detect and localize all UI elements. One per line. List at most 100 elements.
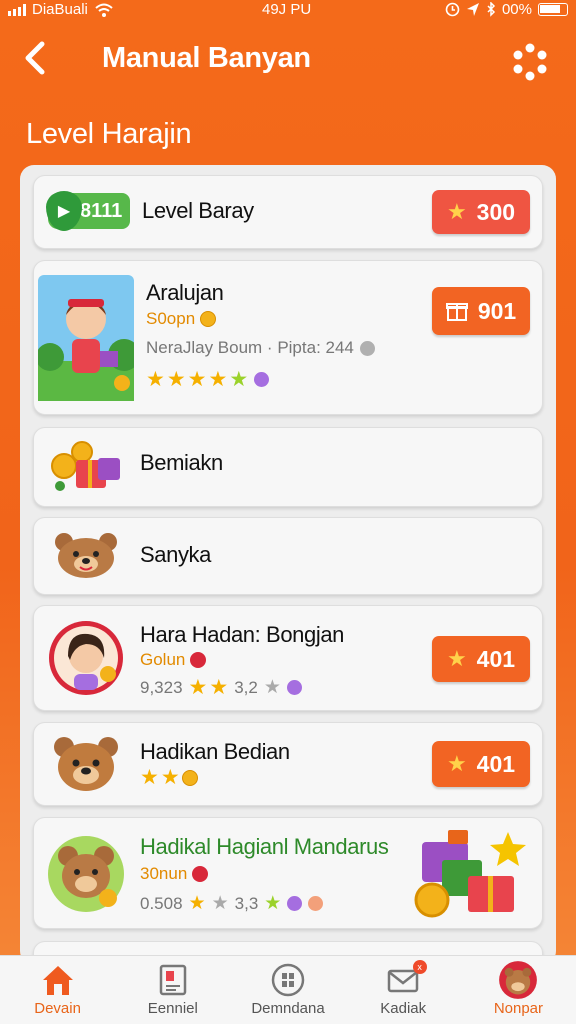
app-header: Manual Banyan bbox=[0, 30, 576, 90]
star-icon: ★ bbox=[208, 368, 228, 391]
page-title: Manual Banyan bbox=[102, 42, 311, 74]
document-icon bbox=[159, 964, 187, 996]
reward-value: 401 bbox=[476, 750, 516, 777]
star-icon: ★ bbox=[209, 676, 229, 699]
card-subtitle: Golun bbox=[140, 650, 207, 670]
star-icon: ★ bbox=[446, 646, 467, 671]
card-title: Hadikan Bedian bbox=[140, 739, 290, 764]
star-icon: ★ bbox=[229, 368, 249, 391]
reward-button[interactable]: ★ 401 bbox=[432, 636, 530, 682]
gift-pile-icon bbox=[414, 830, 526, 918]
bottom-nav: Devain Eenniel Demndana x Kadiak Nonpar bbox=[0, 955, 576, 1024]
nav-item-home[interactable]: Devain bbox=[0, 956, 115, 1024]
rating-stars: ★ ★ bbox=[140, 767, 198, 788]
nav-item-mail[interactable]: x Kadiak bbox=[346, 956, 461, 1024]
card-subtitle: S0opn bbox=[146, 309, 217, 329]
badge-icon bbox=[190, 652, 207, 668]
star-icon: ★ bbox=[446, 751, 467, 776]
star-icon: ★ bbox=[187, 368, 207, 391]
card-subtitle-text: Golun bbox=[140, 650, 186, 669]
bear-avatar bbox=[48, 836, 124, 912]
nav-label: Demndana bbox=[251, 1000, 325, 1017]
star-icon: ★ bbox=[188, 676, 208, 699]
gift-icon bbox=[445, 303, 468, 321]
coin-icon bbox=[200, 311, 217, 327]
badge-icon bbox=[192, 866, 209, 882]
nav-item-grid[interactable]: Demndana bbox=[230, 956, 345, 1024]
star-icon: ★ bbox=[166, 368, 186, 391]
nav-item-profile[interactable]: Nonpar bbox=[461, 956, 576, 1024]
level-tag: ▶ 8111 bbox=[46, 191, 130, 231]
section-title: Level Harajin bbox=[26, 118, 192, 150]
signal-icon bbox=[8, 3, 26, 16]
shield-icon: ▶ bbox=[46, 191, 82, 231]
star-icon: ★ bbox=[264, 893, 282, 914]
reward-value: 300 bbox=[476, 198, 516, 225]
status-bar: DiaBuali 49J PU 00% bbox=[0, 0, 576, 22]
status-right: 00% bbox=[445, 1, 568, 18]
coin-icon bbox=[181, 770, 198, 786]
settings-button[interactable] bbox=[510, 42, 550, 82]
card-subtitle: 30nun bbox=[140, 864, 209, 884]
list-item[interactable]: Sanyka bbox=[33, 517, 543, 595]
settings-dots-icon bbox=[513, 43, 547, 81]
reward-value: 401 bbox=[476, 645, 516, 672]
list-item[interactable]: Bemiakn bbox=[33, 427, 543, 507]
card-meta: NeraJlay Boum · Pipta: 244 bbox=[146, 338, 375, 358]
list-item[interactable]: Hadikan Bedian ★ ★ ★ 401 bbox=[33, 722, 543, 806]
location-icon bbox=[466, 3, 479, 16]
star-icon: ★ bbox=[211, 893, 229, 914]
card-meta-right: 3,3 bbox=[234, 893, 259, 913]
nav-item-document[interactable]: Eenniel bbox=[115, 956, 230, 1024]
notification-badge: x bbox=[412, 960, 427, 974]
battery-icon bbox=[538, 3, 568, 16]
character-thumbnail bbox=[38, 275, 134, 401]
bluetooth-icon bbox=[487, 2, 496, 17]
star-icon: ★ bbox=[188, 893, 206, 914]
avatar-icon bbox=[499, 961, 538, 999]
list-item[interactable]: ▶ 8111 Level Baray ★ 300 bbox=[33, 175, 543, 249]
level-list-panel: ▶ 8111 Level Baray ★ 300 Aralujan S0opn … bbox=[20, 165, 556, 965]
treasure-icon bbox=[51, 441, 120, 491]
avatar bbox=[49, 621, 123, 695]
list-item[interactable]: Aralujan S0opn NeraJlay Boum · Pipta: 24… bbox=[33, 260, 543, 415]
clock: 49J PU bbox=[262, 1, 312, 18]
star-icon: ★ bbox=[446, 199, 467, 224]
rating-stars: ★ ★ ★ ★ ★ bbox=[146, 368, 270, 391]
star-icon: ★ bbox=[146, 368, 165, 391]
nav-label: Kadiak bbox=[380, 1000, 427, 1017]
reward-button[interactable]: ★ 401 bbox=[432, 741, 530, 787]
info-icon bbox=[359, 340, 375, 356]
grid-icon bbox=[271, 963, 305, 997]
list-item[interactable]: Hadikal Hagianl Mandarus 30nun 0.508 ★ ★… bbox=[33, 817, 543, 929]
chevron-left-icon bbox=[25, 41, 45, 75]
card-meta: 0.508 ★ ★ 3,3 ★ bbox=[140, 892, 324, 915]
bear-icon bbox=[54, 737, 118, 791]
star-icon: ★ bbox=[160, 766, 180, 789]
reward-button[interactable]: ★ 300 bbox=[432, 190, 530, 234]
list-item[interactable]: Hara Hadan: Bongjan Golun 9,323 ★ ★ 3,2 … bbox=[33, 605, 543, 711]
reward-value: 901 bbox=[477, 297, 517, 324]
back-button[interactable] bbox=[20, 38, 56, 78]
reward-button[interactable]: 901 bbox=[432, 287, 530, 335]
level-tag-text: 8111 bbox=[80, 199, 123, 222]
card-subtitle-text: S0opn bbox=[146, 309, 196, 328]
wifi-icon bbox=[95, 3, 113, 17]
carrier-group: DiaBuali bbox=[8, 1, 114, 18]
card-meta-left: 0.508 bbox=[140, 893, 183, 913]
card-title: Aralujan bbox=[146, 280, 224, 305]
battery-percent: 00% bbox=[501, 1, 532, 18]
gem-icon bbox=[286, 680, 302, 695]
info-icon bbox=[308, 896, 324, 911]
card-subtitle-text: 30nun bbox=[140, 864, 188, 883]
card-title: Sanyka bbox=[140, 542, 211, 567]
star-icon: ★ bbox=[140, 766, 159, 789]
card-title: Hara Hadan: Bongjan bbox=[140, 622, 344, 647]
nav-label: Devain bbox=[34, 1000, 81, 1017]
bear-icon bbox=[55, 533, 117, 578]
gem-icon bbox=[254, 372, 270, 387]
carrier-name: DiaBuali bbox=[32, 1, 88, 18]
card-title: Bemiakn bbox=[140, 450, 223, 475]
card-meta: 9,323 ★ ★ 3,2 ★ bbox=[140, 676, 302, 699]
gem-icon bbox=[287, 896, 303, 911]
